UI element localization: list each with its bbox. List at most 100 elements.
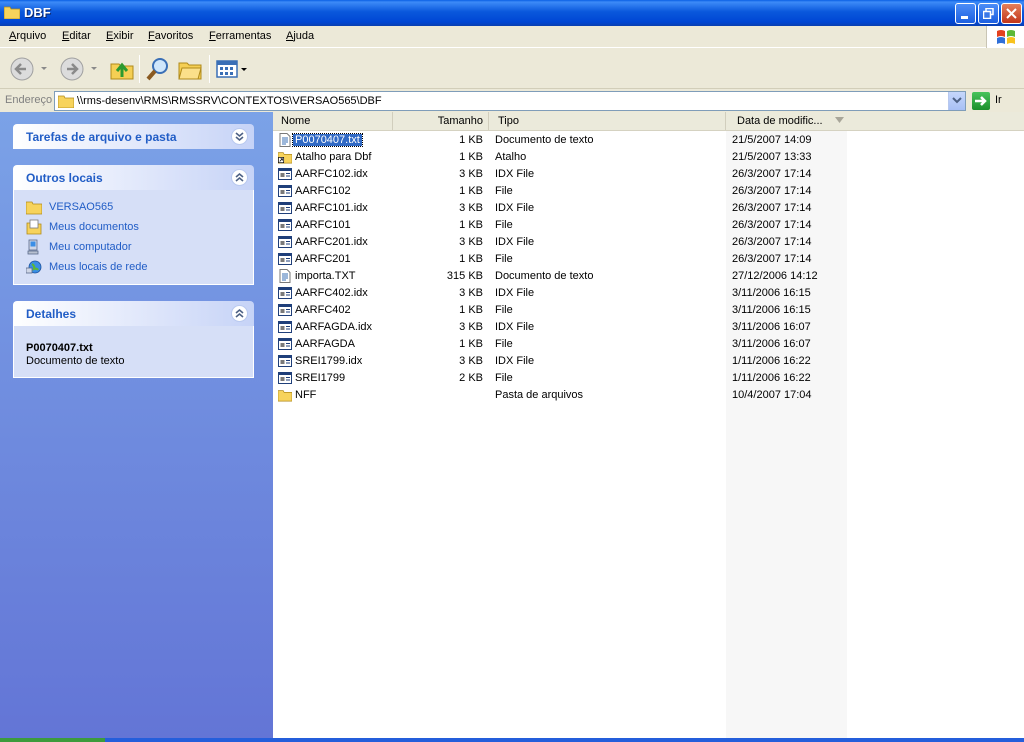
column-header-date[interactable]: Data de modific... (726, 112, 847, 130)
back-button[interactable] (8, 55, 50, 83)
taskbar (0, 738, 1024, 742)
search-button[interactable] (144, 55, 172, 83)
file-name[interactable]: AARFC402 (293, 304, 353, 316)
file-type: Pasta de arquivos (495, 389, 584, 401)
details-panel-header[interactable]: Detalhes (13, 301, 254, 326)
column-header-type[interactable]: Tipo (489, 112, 726, 130)
file-icon (278, 354, 292, 368)
file-row[interactable]: AARFAGDA 1 KB File 3/11/2006 16:07 (273, 336, 1024, 353)
tasks-panel-title: Tarefas de arquivo e pasta (26, 130, 177, 144)
file-name[interactable]: NFF (293, 389, 318, 401)
column-header-name[interactable]: Nome (273, 112, 393, 130)
file-row[interactable]: AARFC402 1 KB File 3/11/2006 16:15 (273, 302, 1024, 319)
go-button[interactable] (972, 92, 990, 110)
menu-ferramentas[interactable]: Ferramentas (209, 30, 271, 42)
collapse-button[interactable] (231, 305, 248, 322)
views-button[interactable] (214, 55, 250, 83)
file-row[interactable]: AARFC102 1 KB File 26/3/2007 17:14 (273, 183, 1024, 200)
file-row[interactable]: AARFC402.idx 3 KB IDX File 3/11/2006 16:15 (273, 285, 1024, 302)
file-name[interactable]: AARFC201 (293, 253, 353, 265)
up-folder-icon (110, 62, 134, 80)
forward-button[interactable] (58, 55, 100, 83)
tasks-panel-header[interactable]: Tarefas de arquivo e pasta (13, 124, 254, 149)
file-name[interactable]: AARFC102 (293, 185, 353, 197)
folder-icon (4, 6, 20, 19)
address-bar: Endereço \\rms-desenv\RMS\RMSSRV\CONTEXT… (0, 90, 1024, 112)
minimize-button[interactable] (955, 3, 976, 24)
double-chevron-up-icon (235, 172, 244, 182)
file-size: 3 KB (459, 202, 483, 214)
file-row[interactable]: SREI1799 2 KB File 1/11/2006 16:22 (273, 370, 1024, 387)
menu-arquivo[interactable]: Arquivo (9, 30, 46, 42)
menu-ajuda[interactable]: Ajuda (286, 30, 314, 42)
places-panel-title: Outros locais (26, 171, 103, 185)
file-name[interactable]: SREI1799 (293, 372, 347, 384)
collapse-button[interactable] (231, 169, 248, 186)
folders-button[interactable] (176, 55, 204, 83)
place-link-versao565[interactable]: VERSAO565 (14, 198, 253, 218)
file-row[interactable]: P0070407.txt 1 KB Documento de texto 21/5/2… (273, 132, 1024, 149)
places-panel-header[interactable]: Outros locais (13, 165, 254, 190)
file-row[interactable]: SREI1799.idx 3 KB IDX File 1/11/2006 16:22 (273, 353, 1024, 370)
start-button[interactable] (0, 738, 105, 742)
go-label[interactable]: Ir (995, 94, 1002, 106)
file-date: 26/3/2007 17:14 (732, 202, 812, 214)
file-row[interactable]: AARFC102.idx 3 KB IDX File 26/3/2007 17:14 (273, 166, 1024, 183)
place-label: Meus locais de rede (49, 261, 148, 273)
place-link-meu-computador[interactable]: Meu computador (14, 238, 253, 258)
column-header-size[interactable]: Tamanho (393, 112, 489, 130)
menu-exibir[interactable]: Exibir (106, 30, 134, 42)
file-name[interactable]: SREI1799.idx (293, 355, 364, 367)
file-name[interactable]: AARFC101.idx (293, 202, 370, 214)
close-icon (1006, 8, 1017, 19)
file-type: File (495, 185, 513, 197)
file-icon (278, 167, 292, 181)
up-folder-button[interactable] (108, 55, 136, 83)
file-name[interactable]: AARFAGDA (293, 338, 357, 350)
file-name[interactable]: AARFC402.idx (293, 287, 370, 299)
title-bar[interactable]: DBF (0, 0, 1024, 26)
menu-favoritos[interactable]: Favoritos (148, 30, 193, 42)
file-name[interactable]: AARFC102.idx (293, 168, 370, 180)
file-size: 3 KB (459, 236, 483, 248)
file-name[interactable]: AARFC201.idx (293, 236, 370, 248)
file-type: IDX File (495, 202, 535, 214)
file-size: 1 KB (459, 253, 483, 265)
file-row[interactable]: NFF Pasta de arquivos 10/4/2007 17:04 (273, 387, 1024, 404)
file-type: IDX File (495, 321, 535, 333)
restore-button[interactable] (978, 3, 999, 24)
file-name[interactable]: AARFC101 (293, 219, 353, 231)
file-name[interactable]: Atalho para Dbf (293, 151, 373, 163)
file-list[interactable]: Nome Tamanho Tipo Data de modific... P00… (273, 112, 1024, 738)
address-input[interactable]: \\rms-desenv\RMS\RMSSRV\CONTEXTOS\VERSAO… (54, 91, 966, 111)
place-link-locais-de-rede[interactable]: Meus locais de rede (14, 258, 253, 278)
shortcut-folder-icon (277, 150, 293, 164)
file-date: 1/11/2006 16:22 (732, 372, 811, 384)
file-name[interactable]: AARFAGDA.idx (293, 321, 374, 333)
close-button[interactable] (1001, 3, 1022, 24)
file-size: 1 KB (459, 219, 483, 231)
folder-icon (26, 201, 42, 215)
file-row[interactable]: Atalho para Dbf 1 KB Atalho 21/5/2007 13:33 (273, 149, 1024, 166)
file-row[interactable]: AARFC201.idx 3 KB IDX File 26/3/2007 17:14 (273, 234, 1024, 251)
place-label: Meu computador (49, 241, 132, 253)
file-date: 26/3/2007 17:14 (732, 253, 812, 265)
expand-button[interactable] (231, 128, 248, 145)
file-icon (278, 371, 292, 385)
file-row[interactable]: AARFC101.idx 3 KB IDX File 26/3/2007 17:14 (273, 200, 1024, 217)
file-row[interactable]: AARFAGDA.idx 3 KB IDX File 3/11/2006 16:07 (273, 319, 1024, 336)
file-name[interactable]: P0070407.txt (292, 133, 363, 147)
folder-icon (277, 388, 293, 402)
address-label: Endereço (5, 94, 53, 106)
file-row[interactable]: importa.TXT 315 KB Documento de texto 27/12… (273, 268, 1024, 285)
file-row[interactable]: AARFC101 1 KB File 26/3/2007 17:14 (273, 217, 1024, 234)
place-link-meus-documentos[interactable]: Meus documentos (14, 218, 253, 238)
file-row[interactable]: AARFC201 1 KB File 26/3/2007 17:14 (273, 251, 1024, 268)
menu-editar[interactable]: Editar (62, 30, 91, 42)
file-name[interactable]: importa.TXT (293, 270, 358, 282)
address-dropdown-button[interactable] (948, 92, 965, 110)
file-type: IDX File (495, 355, 535, 367)
places-panel: Outros locais VERSAO565 Meus documentos … (13, 165, 254, 285)
back-arrow-icon (10, 57, 47, 81)
file-size: 1 KB (459, 151, 483, 163)
